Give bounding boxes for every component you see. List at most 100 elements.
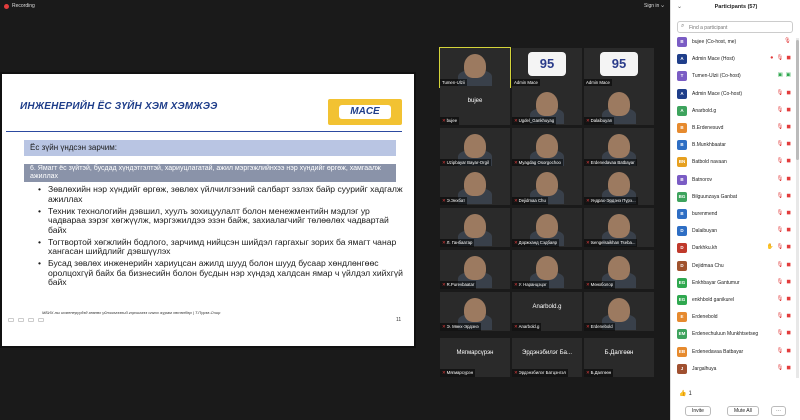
muted-mic-icon[interactable]: 🎙 (776, 330, 783, 336)
video-off-icon[interactable]: ◼ (786, 90, 791, 96)
video-off-icon[interactable]: ◼ (786, 55, 791, 61)
slide-nav-controls[interactable] (8, 318, 44, 322)
video-tile[interactable]: Эрдэнэбилэг Ба... ✕Эрдэнэбилэг Батцэнгэл (512, 338, 582, 377)
muted-mic-icon[interactable]: 🎙 (776, 141, 783, 147)
recording-icon[interactable]: ● (770, 55, 773, 61)
video-tile[interactable]: ✕Erdenedavaa Batbayar (584, 128, 654, 167)
video-off-icon[interactable]: ◼ (786, 158, 791, 164)
video-off-icon[interactable]: ◼ (786, 262, 791, 268)
video-off-icon[interactable]: ◼ (786, 244, 791, 250)
video-tile[interactable]: 95 Admin Mace (584, 48, 654, 87)
muted-mic-icon[interactable]: 🎙 (776, 193, 783, 199)
muted-mic-icon[interactable]: 🎙 (776, 124, 783, 130)
active-mic-icon[interactable]: ▣ (778, 72, 783, 78)
video-off-icon[interactable]: ◼ (786, 279, 791, 285)
video-tile[interactable]: Б.Далгөөн ✕Б.Далгөөн (584, 338, 654, 377)
participant-row[interactable]: EG Enkhbayar Gantumur 🎙 ◼ (677, 277, 793, 289)
minimize-icon[interactable]: ⌄ (658, 1, 667, 10)
muted-mic-icon[interactable]: 🎙 (776, 210, 783, 216)
participant-row[interactable]: BN Batbold navaan 🎙 ◼ (677, 156, 793, 168)
video-tile[interactable]: ✕Ундрах-Эрдэнэ Пүрэ... (584, 166, 654, 205)
sign-in-link[interactable]: Sign in (644, 3, 659, 9)
video-tile[interactable]: ✕Мөнхболор (584, 250, 654, 289)
participant-row[interactable]: T Tumen-Ulzii (Co-host) ▣ ▣ (677, 70, 793, 82)
muted-mic-icon[interactable]: 🎙 (776, 313, 783, 319)
participant-search[interactable]: ⌕ (677, 21, 793, 33)
list-scrollbar[interactable] (796, 38, 799, 378)
participant-row[interactable]: Bburenmend 🎙 ◼ (677, 208, 793, 220)
muted-mic-icon[interactable]: 🎙 (776, 107, 783, 113)
scrollbar-thumb[interactable] (796, 40, 799, 160)
video-tile[interactable]: ✕Э.Энхбат (440, 166, 510, 205)
muted-mic-icon[interactable]: 🎙 (776, 158, 783, 164)
video-off-icon[interactable]: ◼ (786, 107, 791, 113)
video-off-icon[interactable]: ◼ (786, 176, 791, 182)
video-tile[interactable]: ✕Erdenebold (584, 292, 654, 331)
muted-mic-icon[interactable]: 🎙 (776, 262, 783, 268)
invite-button[interactable]: Invite (685, 406, 711, 416)
muted-mic-icon[interactable]: 🎙 (776, 365, 783, 371)
participant-row[interactable]: D Dejidmaa Chu 🎙 ◼ (677, 260, 793, 272)
video-off-icon[interactable]: ◼ (786, 296, 791, 302)
video-off-icon[interactable]: ◼ (786, 193, 791, 199)
muted-mic-icon[interactable]: 🎙 (776, 176, 783, 182)
video-tile[interactable]: ✕Э. Мөнх-Эрдэнэ (440, 292, 510, 331)
muted-mic-icon[interactable]: 🎙 (776, 244, 783, 250)
recording-indicator[interactable]: Recording (4, 3, 35, 9)
participant-row[interactable]: J Jargalhuya 🎙 ◼ (677, 363, 793, 375)
video-tile[interactable]: bujee ✕bujee (440, 86, 510, 125)
raised-hand-icon[interactable]: ✋ (767, 244, 774, 250)
video-off-icon[interactable]: ◼ (786, 141, 791, 147)
participant-row[interactable]: BG Bilguunzaya Ganbat 🎙 ◼ (677, 191, 793, 203)
video-tile[interactable]: Tumen-Ulzii (439, 47, 511, 88)
participant-row[interactable]: A Admin Mace (Co-host) 🎙 ◼ (677, 88, 793, 100)
video-tile[interactable]: ✕Ugdel_Gankhuyag (512, 86, 582, 125)
muted-mic-icon[interactable]: 🎙 (784, 38, 791, 44)
video-tile[interactable]: ✕У. Наранцэцэг (512, 250, 582, 289)
video-off-icon[interactable]: ◼ (786, 227, 791, 233)
video-tile[interactable]: ✕Uzipbayar Bayar-Orgil (440, 128, 510, 167)
participant-row[interactable]: Bbujee (Co-host, me) 🎙 (677, 36, 793, 48)
muted-mic-icon[interactable]: 🎙 (776, 296, 783, 302)
video-tile[interactable]: Anarbold.g ✕Anarbold.g (512, 292, 582, 331)
participant-row[interactable]: EM Erdenechuluun Munkhtsetseg 🎙 ◼ (677, 328, 793, 340)
mute-all-button[interactable]: Mute All (727, 406, 759, 416)
video-off-icon[interactable]: ◼ (786, 330, 791, 336)
nav-dot-icon[interactable] (38, 318, 44, 322)
more-options-button[interactable]: ⋯ (771, 406, 786, 416)
participant-row[interactable]: D Dalaibuyan 🎙 ◼ (677, 225, 793, 237)
participant-row[interactable]: B B.Munkhbaatar 🎙 ◼ (677, 139, 793, 151)
muted-mic-icon[interactable]: 🎙 (776, 348, 783, 354)
nav-dot-icon[interactable] (28, 318, 34, 322)
video-tile[interactable]: ✕Myagdag Osorgochoo (512, 128, 582, 167)
video-tile[interactable]: ✕tsengelsaikhan Tseba... (584, 208, 654, 247)
muted-mic-icon[interactable]: 🎙 (776, 279, 783, 285)
participant-row[interactable]: A Anarbold.g 🎙 ◼ (677, 105, 793, 117)
video-off-icon[interactable]: ◼ (786, 210, 791, 216)
video-tile[interactable]: ✕R.Purevbaatar (440, 250, 510, 289)
video-tile[interactable]: ✕Л. Ганбаатар (440, 208, 510, 247)
participant-row[interactable]: E Erdenebold 🎙 ◼ (677, 311, 793, 323)
video-off-icon[interactable]: ◼ (786, 348, 791, 354)
muted-mic-icon[interactable]: 🎙 (776, 227, 783, 233)
nav-dot-icon[interactable] (8, 318, 14, 322)
video-tile[interactable]: ✕Dalaibuyan (584, 86, 654, 125)
nav-dot-icon[interactable] (18, 318, 24, 322)
video-tile[interactable]: ✕Dejidmaa Chu (512, 166, 582, 205)
video-tile[interactable]: 95 Admin Mace (512, 48, 582, 87)
video-off-icon[interactable]: ◼ (786, 313, 791, 319)
muted-mic-icon[interactable]: 🎙 (776, 55, 783, 61)
video-tile[interactable]: ✕Доржханд Сэдбаяр (512, 208, 582, 247)
video-off-icon[interactable]: ◼ (786, 124, 791, 130)
participant-row[interactable]: EG enkhbold ganikurel 🎙 ◼ (677, 294, 793, 306)
participant-row[interactable]: D Darkhku.kh ✋ 🎙 ◼ (677, 242, 793, 254)
participant-row[interactable]: EB Erdenedavaa Batbayar 🎙 ◼ (677, 346, 793, 358)
video-off-icon[interactable]: ◼ (786, 365, 791, 371)
muted-mic-icon[interactable]: 🎙 (776, 90, 783, 96)
participant-row[interactable]: B Batnorov 🎙 ◼ (677, 174, 793, 186)
participant-row[interactable]: B B.Erdenesuvd 🎙 ◼ (677, 122, 793, 134)
participant-row[interactable]: A Admin Mace (Host) ● 🎙 ◼ (677, 53, 793, 65)
video-tile[interactable]: Мягмарсүрэн ✕Мягмарсүрэн (440, 338, 510, 377)
search-input[interactable] (689, 23, 789, 32)
active-mic-icon[interactable]: ▣ (786, 72, 791, 78)
